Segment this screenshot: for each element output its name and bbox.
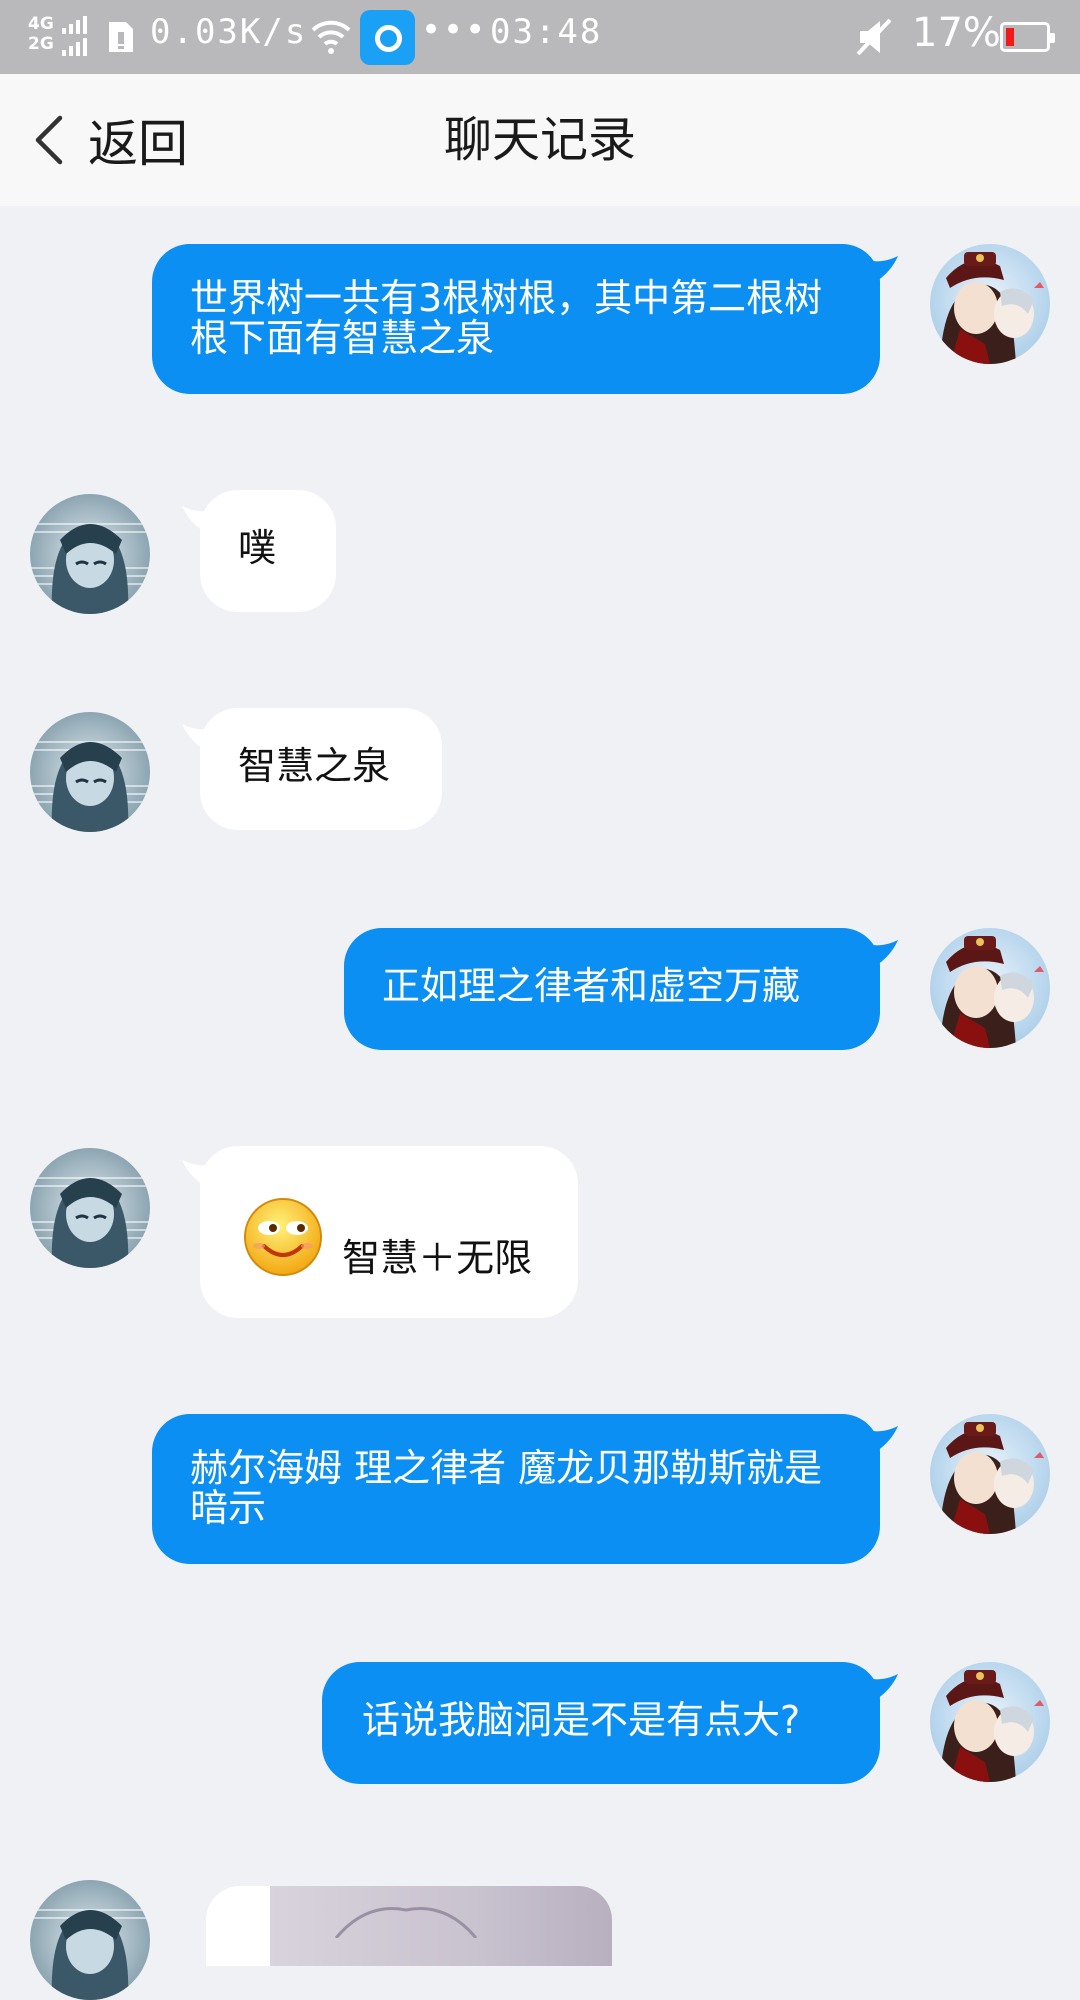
message-bubble-incoming[interactable]: 噗 <box>200 490 336 612</box>
image-message-bubble[interactable] <box>206 1886 612 1966</box>
avatar-self[interactable] <box>930 928 1050 1048</box>
app-notification-icon <box>360 10 415 65</box>
avatar-self[interactable] <box>930 244 1050 364</box>
message-text: 正如理之律者和虚空万藏 <box>382 964 801 1008</box>
avatar-image <box>930 244 1050 364</box>
message-text: 智慧之泉 <box>238 744 391 788</box>
avatar-other[interactable] <box>30 1148 150 1268</box>
message-bubble-outgoing[interactable]: 正如理之律者和虚空万藏 <box>344 928 880 1050</box>
battery-icon <box>1000 22 1055 52</box>
network-2g-label: 2G <box>28 34 54 54</box>
message-text: 噗 <box>238 526 277 570</box>
page-title: 聊天记录 <box>443 112 636 168</box>
message-bubble-outgoing[interactable]: 赫尔海姆 理之律者 魔龙贝那勒斯就是暗示 <box>152 1414 880 1564</box>
message-bubble-incoming[interactable]: 智慧＋无限 <box>200 1146 578 1318</box>
battery-percentage: 17% <box>912 10 1001 56</box>
more-notifications-icon: ••• <box>421 10 488 50</box>
network-4g-label: 4G <box>28 14 54 34</box>
bubble-tail <box>868 940 898 968</box>
wifi-icon <box>311 20 351 54</box>
message-bubble-incoming[interactable]: 智慧之泉 <box>200 708 442 830</box>
smile-emoji-icon <box>244 1198 322 1276</box>
network-speed: 0.03K/s <box>150 12 308 52</box>
bubble-tail <box>868 1674 898 1702</box>
message-bubble-outgoing[interactable]: 世界树一共有3根树根，其中第二根树根下面有智慧之泉 <box>152 244 880 394</box>
image-thumbnail-detail <box>334 1907 478 1938</box>
avatar-image <box>930 1414 1050 1534</box>
avatar-image <box>30 494 150 614</box>
avatar-image <box>930 928 1050 1048</box>
navigation-header: 返回 聊天记录 <box>0 74 1080 206</box>
message-text: 话说我脑洞是不是有点大? <box>362 1698 801 1742</box>
bubble-tail <box>868 256 898 284</box>
status-bar: 4G 2G 0.03K/s ••• 03:48 17% <box>0 0 1080 74</box>
avatar-self[interactable] <box>930 1414 1050 1534</box>
clock: 03:48 <box>490 12 603 52</box>
message-text: 赫尔海姆 理之律者 魔龙贝那勒斯就是暗示 <box>190 1446 823 1530</box>
avatar-image <box>30 1880 150 2000</box>
message-text: 智慧＋无限 <box>342 1236 533 1280</box>
avatar-image <box>930 1662 1050 1782</box>
message-bubble-outgoing[interactable]: 话说我脑洞是不是有点大? <box>322 1662 880 1784</box>
avatar-image <box>30 712 150 832</box>
avatar-other[interactable] <box>30 1880 150 2000</box>
sim-card-icon <box>109 22 133 52</box>
bubble-tail <box>868 1426 898 1454</box>
avatar-other[interactable] <box>30 712 150 832</box>
avatar-image <box>30 1148 150 1268</box>
cellular-signal-icon: 4G 2G <box>28 14 94 60</box>
message-text: 世界树一共有3根树根，其中第二根树根下面有智慧之泉 <box>190 276 823 360</box>
avatar-other[interactable] <box>30 494 150 614</box>
avatar-self[interactable] <box>930 1662 1050 1782</box>
mute-icon <box>856 18 892 56</box>
